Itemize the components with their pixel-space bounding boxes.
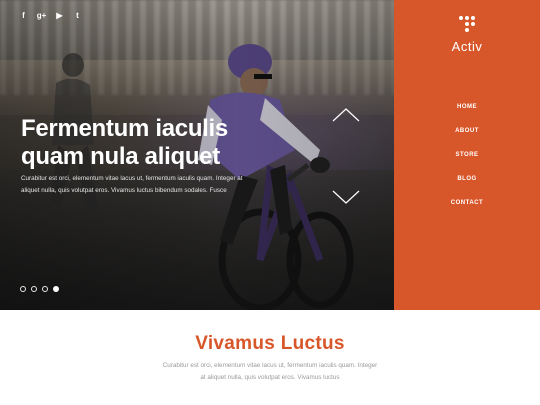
- google-plus-icon[interactable]: g+: [37, 10, 47, 21]
- slider-dot-4[interactable]: [53, 286, 59, 292]
- slider-pagination: [20, 286, 59, 292]
- section-description: Curabitur est orci, elementum vitae lacu…: [162, 362, 378, 381]
- facebook-icon[interactable]: f: [19, 10, 28, 21]
- social-links: f g+ ▶ t: [19, 10, 82, 21]
- logo-icon[interactable]: [458, 15, 476, 33]
- chevron-down-icon[interactable]: [332, 190, 360, 204]
- slider-dot-1[interactable]: [20, 286, 26, 292]
- youtube-icon[interactable]: ▶: [55, 10, 64, 21]
- nav-item-store[interactable]: STORE: [394, 148, 540, 172]
- nav-item-about[interactable]: ABOUT: [394, 124, 540, 148]
- section-title: Vivamus Luctus: [195, 333, 345, 354]
- main-nav: HOME ABOUT STORE BLOG CONTACT: [394, 100, 540, 220]
- hero-title: Fermentum iaculis quam nula aliquet: [21, 115, 271, 171]
- twitter-icon[interactable]: t: [73, 10, 82, 21]
- hero-slider: f g+ ▶ t Fermentum iaculis quam nula ali…: [0, 0, 394, 310]
- brand-name[interactable]: Activ: [394, 39, 540, 54]
- nav-item-home[interactable]: HOME: [394, 100, 540, 124]
- hero-title-line1: Fermentum iaculis: [21, 115, 228, 142]
- nav-item-contact[interactable]: CONTACT: [394, 196, 540, 220]
- slider-dot-3[interactable]: [42, 286, 48, 292]
- slider-dot-2[interactable]: [31, 286, 37, 292]
- hero-title-line2: quam nula aliquet: [21, 143, 220, 170]
- hero-description: Curabitur est orci, elementum vitae lacu…: [21, 175, 243, 194]
- chevron-up-icon[interactable]: [332, 108, 360, 122]
- nav-item-blog[interactable]: BLOG: [394, 172, 540, 196]
- sidebar: Activ HOME ABOUT STORE BLOG CONTACT: [394, 0, 540, 310]
